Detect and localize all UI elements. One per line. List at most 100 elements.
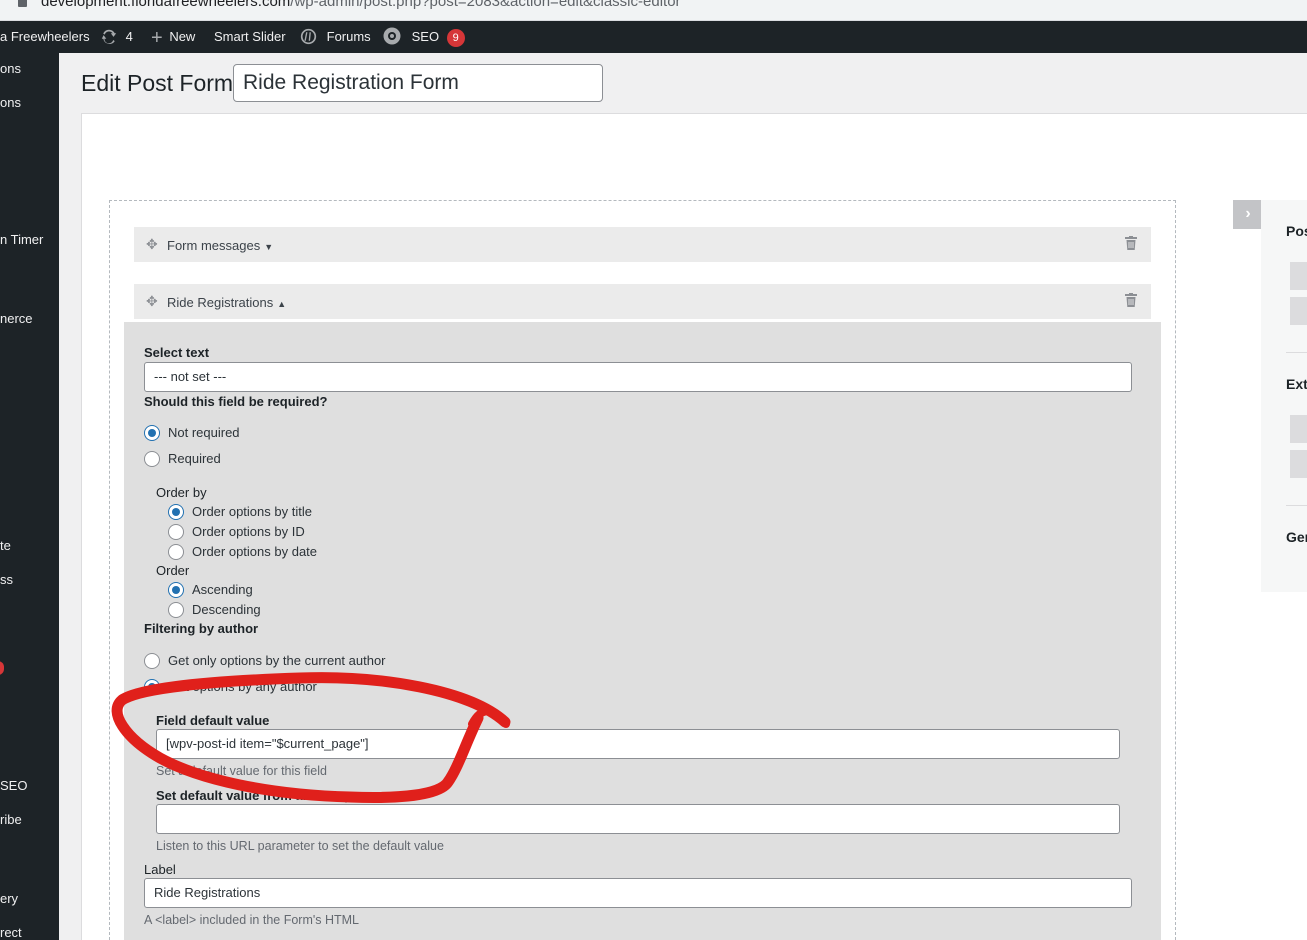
label-input[interactable]: Ride Registrations [144, 878, 1132, 908]
radio-order-title[interactable]: Order options by title [168, 503, 312, 520]
select-text-label: Select text [144, 345, 210, 360]
browser-address-bar[interactable]: development.floridafreewheelers.com/wp-a… [0, 0, 1307, 21]
radio-descending[interactable]: Descending [168, 601, 261, 618]
menu-item[interactable]: ons [0, 61, 21, 76]
radio-checked[interactable] [168, 503, 184, 520]
seo-label: SEO [411, 29, 440, 44]
caret-up-icon: ▲ [277, 299, 287, 309]
radio-checked[interactable] [144, 678, 160, 695]
refresh-icon [101, 29, 117, 44]
menu-item[interactable]: SEO [0, 778, 27, 793]
form-title-input[interactable] [233, 64, 603, 102]
menu-notification-badge [0, 661, 4, 675]
sidebar-divider [1286, 505, 1307, 506]
lock-icon [18, 0, 27, 7]
seo-badge: 9 [446, 28, 465, 47]
url-param-label: Set default value from an URL parameter [156, 788, 408, 803]
sidebar-toggle-button[interactable]: › [1233, 200, 1263, 229]
site-name-link[interactable]: a Freewheelers [0, 21, 90, 53]
radio-unchecked[interactable] [144, 450, 160, 467]
sidebar-control[interactable] [1290, 450, 1307, 478]
radio-not-required[interactable]: Not required [144, 424, 240, 441]
radio-order-id[interactable]: Order options by ID [168, 523, 305, 540]
radio-checked[interactable] [144, 424, 160, 441]
trash-icon[interactable] [1125, 293, 1137, 307]
sidebar-control[interactable] [1290, 297, 1307, 325]
url-path: /wp-admin/post.php?post=2083&action=edit… [290, 0, 681, 10]
select-text-input[interactable]: --- not set --- [144, 362, 1132, 392]
radio-label: Order options by title [192, 504, 312, 519]
radio-current-author[interactable]: Get only options by the current author [144, 652, 386, 669]
radio-unchecked[interactable] [168, 523, 184, 540]
chevron-right-icon: › [1245, 205, 1251, 222]
menu-item[interactable]: n Timer [0, 232, 43, 247]
radio-unchecked[interactable] [168, 543, 184, 560]
menu-item[interactable]: ribe [0, 812, 22, 827]
seo-gear-icon [383, 27, 401, 45]
url-text[interactable]: development.floridafreewheelers.com/wp-a… [41, 0, 681, 10]
menu-item[interactable]: te [0, 538, 11, 553]
field-title[interactable]: Form messages ▼ [167, 238, 273, 253]
default-value-hint: Set a default value for this field [156, 764, 327, 778]
radio-checked[interactable] [168, 581, 184, 598]
menu-item[interactable]: ss [0, 572, 13, 587]
menu-item[interactable]: ons [0, 95, 21, 110]
plus-icon: + [151, 26, 163, 49]
new-label: New [169, 29, 196, 44]
new-content-link[interactable]: + New [151, 21, 195, 53]
field-form-messages[interactable]: ✥ Form messages ▼ [134, 227, 1151, 262]
sidebar-heading: Ext [1286, 376, 1307, 392]
sidebar-heading: Ger [1286, 529, 1307, 545]
sidebar-control[interactable] [1290, 415, 1307, 443]
sidebar-divider [1286, 352, 1307, 353]
forums-label: Forums [326, 29, 371, 44]
order-label: Order [156, 563, 190, 578]
forums-link[interactable]: Forums [300, 21, 371, 53]
label-field-label: Label [144, 862, 176, 877]
menu-item[interactable]: nerce [0, 311, 33, 326]
radio-unchecked[interactable] [144, 652, 160, 669]
radio-any-author[interactable]: Get options by any author [144, 678, 317, 695]
move-icon[interactable]: ✥ [146, 293, 158, 310]
menu-item[interactable]: rect [0, 925, 22, 940]
forums-icon [300, 28, 317, 44]
radio-label: Not required [168, 425, 240, 440]
move-icon[interactable]: ✥ [146, 236, 158, 253]
smart-slider-link[interactable]: Smart Slider [214, 21, 286, 53]
radio-label: Get options by any author [168, 679, 317, 694]
url-param-input[interactable] [156, 804, 1120, 834]
radio-label: Get only options by the current author [168, 653, 386, 668]
order-by-label: Order by [156, 485, 207, 500]
admin-menu: ons ons n Timer nerce te ss SEO ribe ery… [0, 53, 59, 940]
radio-ascending[interactable]: Ascending [168, 581, 253, 598]
sidebar-control[interactable] [1290, 262, 1307, 290]
caret-down-icon: ▼ [264, 242, 274, 252]
default-value-input[interactable]: [wpv-post-id item="$current_page"] [156, 729, 1120, 759]
radio-required[interactable]: Required [144, 450, 221, 467]
updates-count: 4 [125, 29, 133, 44]
updates-link[interactable]: 4 [100, 21, 133, 53]
radio-unchecked[interactable] [168, 601, 184, 618]
filtering-author-label: Filtering by author [144, 621, 259, 636]
default-value-label: Field default value [156, 713, 270, 728]
page-title: Edit Post Form [81, 70, 234, 96]
field-title-text: Ride Registrations [167, 295, 274, 310]
field-ride-registrations[interactable]: ✥ Ride Registrations ▲ [134, 284, 1151, 319]
url-host: development.floridafreewheelers.com [41, 0, 291, 10]
sidebar-heading: Pos [1286, 223, 1307, 239]
radio-label: Ascending [192, 582, 253, 597]
radio-label: Order options by date [192, 544, 318, 559]
field-title[interactable]: Ride Registrations ▲ [167, 295, 286, 310]
radio-order-date[interactable]: Order options by date [168, 543, 318, 560]
radio-label: Descending [192, 602, 261, 617]
trash-icon[interactable] [1125, 236, 1137, 250]
seo-link[interactable]: SEO 9 [382, 21, 465, 53]
menu-item[interactable]: ery [0, 891, 18, 906]
label-hint: A <label> included in the Form's HTML [144, 913, 359, 927]
required-question-label: Should this field be required? [144, 394, 328, 409]
url-param-hint: Listen to this URL parameter to set the … [156, 839, 444, 853]
radio-label: Required [168, 451, 221, 466]
radio-label: Order options by ID [192, 524, 305, 539]
admin-bar: a Freewheelers 4 + New Smart Slider Foru… [0, 21, 1307, 53]
field-title-text: Form messages [167, 238, 261, 253]
